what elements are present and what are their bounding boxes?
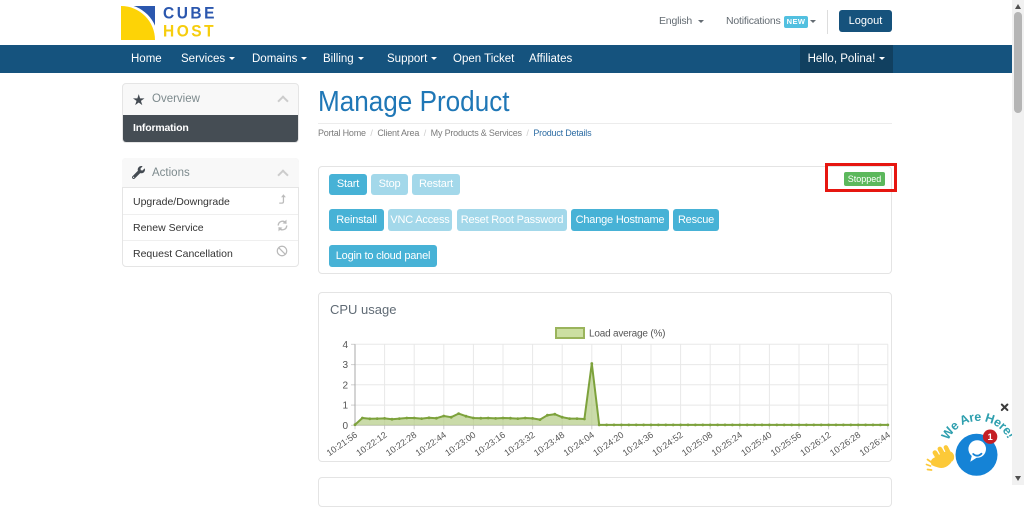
svg-text:10:22:28: 10:22:28 xyxy=(384,430,418,458)
svg-text:10:21:56: 10:21:56 xyxy=(325,430,359,458)
svg-text:10:25:40: 10:25:40 xyxy=(739,430,773,458)
svg-text:3: 3 xyxy=(342,360,348,371)
svg-text:10:24:52: 10:24:52 xyxy=(650,430,684,458)
svg-text:10:26:12: 10:26:12 xyxy=(798,430,832,458)
svg-text:10:22:44: 10:22:44 xyxy=(414,430,448,458)
svg-text:10:25:56: 10:25:56 xyxy=(769,430,803,458)
svg-text:1: 1 xyxy=(987,432,993,443)
svg-text:4: 4 xyxy=(342,340,348,351)
svg-text:2: 2 xyxy=(342,380,348,391)
svg-text:10:26:44: 10:26:44 xyxy=(858,430,892,458)
svg-text:10:24:36: 10:24:36 xyxy=(621,430,655,458)
svg-text:10:23:16: 10:23:16 xyxy=(473,430,507,458)
svg-text:10:24:04: 10:24:04 xyxy=(562,430,596,458)
svg-text:10:26:28: 10:26:28 xyxy=(828,430,862,458)
svg-text:10:22:12: 10:22:12 xyxy=(354,430,388,458)
svg-text:1: 1 xyxy=(342,401,348,412)
svg-text:Load average (%): Load average (%) xyxy=(589,329,665,340)
svg-text:10:25:08: 10:25:08 xyxy=(680,430,714,458)
svg-text:10:23:48: 10:23:48 xyxy=(532,430,566,458)
svg-text:10:23:00: 10:23:00 xyxy=(443,430,477,458)
svg-text:10:24:20: 10:24:20 xyxy=(591,430,625,458)
svg-text:0: 0 xyxy=(342,421,348,432)
svg-text:10:25:24: 10:25:24 xyxy=(710,430,744,458)
svg-text:10:23:32: 10:23:32 xyxy=(502,430,536,458)
